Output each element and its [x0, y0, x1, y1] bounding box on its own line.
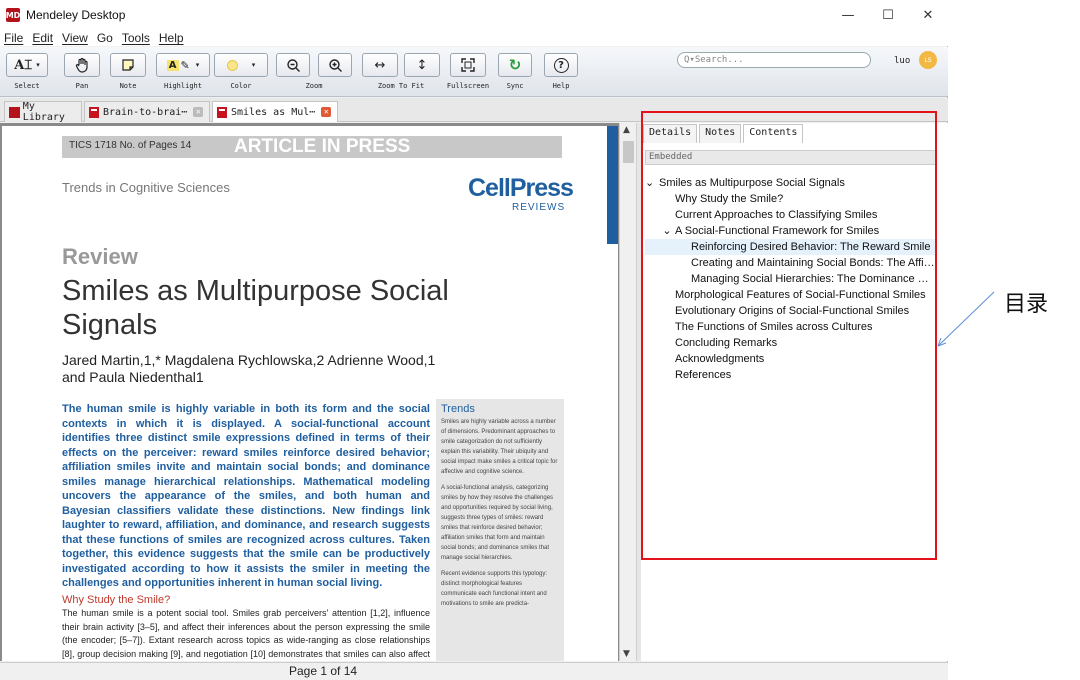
help-button[interactable]: ?	[544, 53, 578, 77]
menu-file[interactable]: File	[4, 31, 23, 45]
page-indicator: Page 1 of 14	[289, 664, 358, 678]
title-bar: MD Mendeley Desktop — ☐ ✕	[0, 0, 948, 30]
zoom-in-icon	[328, 58, 342, 72]
zoom-to-fit-label: Zoom To Fit	[377, 82, 425, 90]
cursor-icon: A⌶	[14, 57, 33, 73]
article-in-press-banner: ARTICLE IN PRESS	[234, 136, 411, 157]
sync-button[interactable]: ↻	[498, 53, 532, 77]
minimize-button[interactable]: —	[828, 0, 868, 30]
note-tool-button[interactable]	[110, 53, 146, 77]
menu-edit[interactable]: Edit	[32, 31, 53, 45]
fullscreen-button[interactable]	[450, 53, 486, 77]
tab-label: Smiles as Mul⋯	[231, 106, 316, 118]
close-icon[interactable]: ✕	[321, 107, 332, 117]
search-input[interactable]: Q▾Search...	[677, 52, 871, 68]
fullscreen-label: Fullscreen	[446, 82, 490, 90]
pdf-scrollbar[interactable]: ▲ ▼	[619, 123, 636, 661]
section-heading: Why Study the Smile?	[62, 594, 171, 606]
menu-bar: File Edit View Go Tools Help	[0, 30, 948, 46]
menu-view[interactable]: View	[62, 31, 88, 45]
trends-paragraph: A social-functional analysis, categorizi…	[441, 485, 554, 561]
select-label: Select	[14, 82, 40, 90]
trends-box: Trends Smiles are highly variable across…	[436, 399, 564, 661]
hand-icon	[75, 57, 88, 73]
scroll-up-icon[interactable]: ▲	[623, 125, 630, 135]
chevron-down-icon: ▾	[251, 61, 256, 69]
journal-name: Trends in Cognitive Sciences	[62, 180, 230, 195]
body-paragraph: The human smile is a potent social tool.…	[62, 608, 430, 659]
publisher-logo: CellPress	[468, 174, 574, 202]
menu-help[interactable]: Help	[159, 31, 184, 45]
zoom-in-button[interactable]	[318, 53, 352, 77]
mendeley-logo-icon: MD	[6, 8, 20, 22]
trends-title: Trends	[441, 403, 475, 415]
publisher-sub: REVIEWS	[512, 202, 566, 213]
help-label: Help	[552, 82, 570, 90]
sync-label: Sync	[506, 82, 524, 90]
highlight-icon: A	[166, 59, 179, 71]
highlight-label: Highlight	[164, 82, 202, 90]
pdf-icon	[217, 106, 227, 118]
zoom-label: Zoom	[305, 82, 323, 90]
scroll-down-icon[interactable]: ▼	[623, 649, 630, 659]
window-title: Mendeley Desktop	[26, 8, 126, 22]
zoom-out-button[interactable]	[276, 53, 310, 77]
article-type: Review	[62, 244, 138, 269]
pan-tool-button[interactable]	[64, 53, 100, 77]
tab-label: My Library	[22, 101, 65, 123]
maximize-button[interactable]: ☐	[868, 0, 908, 30]
article-title: Smiles as Multipurpose Social Signals	[62, 275, 449, 341]
article-authors: Jared Martin,1,* Magdalena Rychlowska,2 …	[62, 352, 436, 385]
annotation-arrow	[937, 291, 995, 347]
menu-tools[interactable]: Tools	[122, 31, 150, 45]
help-icon: ?	[553, 57, 569, 73]
annotation-label: 目录	[1004, 292, 1049, 317]
sync-icon: ↻	[508, 56, 522, 74]
article-abstract: The human smile is highly variable in bo…	[62, 403, 430, 589]
pdf-page: TICS 1718 No. of Pages 14 ARTICLE IN PRE…	[2, 126, 618, 661]
username[interactable]: luo	[894, 56, 910, 66]
scrollbar-thumb[interactable]	[623, 141, 634, 163]
pdf-icon	[89, 106, 99, 118]
annotation-box	[641, 111, 937, 560]
tab-smiles[interactable]: Smiles as Mul⋯ ✕	[212, 101, 338, 122]
close-button[interactable]: ✕	[908, 0, 948, 30]
fit-width-icon: ↔	[374, 57, 386, 73]
accent-bar	[607, 126, 618, 244]
fit-height-icon: ↕	[416, 57, 428, 73]
select-tool-button[interactable]: A⌶ ▾	[6, 53, 48, 77]
chevron-down-icon: ▾	[36, 61, 40, 69]
chevron-down-icon: ▾	[195, 61, 200, 69]
menu-go[interactable]: Go	[97, 31, 113, 45]
note-label: Note	[119, 82, 137, 90]
pan-label: Pan	[75, 82, 89, 90]
tab-brain-to-brain[interactable]: Brain-to-brai⋯ ✕	[84, 101, 210, 122]
highlight-tool-button[interactable]: A ✎ ▾	[156, 53, 210, 77]
pen-icon: ✎	[180, 58, 190, 72]
trends-paragraph: Smiles are highly variable across a numb…	[441, 419, 558, 475]
fit-height-button[interactable]: ↕	[404, 53, 440, 77]
fit-width-button[interactable]: ↔	[362, 53, 398, 77]
page-header-meta: TICS 1718 No. of Pages 14	[69, 140, 192, 151]
tab-label: Brain-to-brai⋯	[103, 106, 188, 118]
status-bar: Page 1 of 14	[0, 662, 948, 680]
zoom-out-icon	[286, 58, 300, 72]
trends-paragraph: Recent evidence supports this typology: …	[441, 571, 548, 607]
fullscreen-icon	[461, 58, 475, 72]
color-label: Color	[230, 82, 252, 90]
mendeley-logo-icon	[9, 106, 20, 118]
color-swatch-icon	[226, 59, 238, 71]
tab-my-library[interactable]: My Library	[4, 101, 82, 123]
pdf-viewer[interactable]: TICS 1718 No. of Pages 14 ARTICLE IN PRE…	[0, 123, 636, 661]
close-icon[interactable]: ✕	[193, 107, 204, 117]
page-header: TICS 1718 No. of Pages 14 ARTICLE IN PRE…	[62, 136, 562, 158]
color-picker-button[interactable]: ▾	[214, 53, 268, 77]
note-icon	[122, 59, 134, 71]
avatar[interactable]: LS	[919, 51, 937, 69]
